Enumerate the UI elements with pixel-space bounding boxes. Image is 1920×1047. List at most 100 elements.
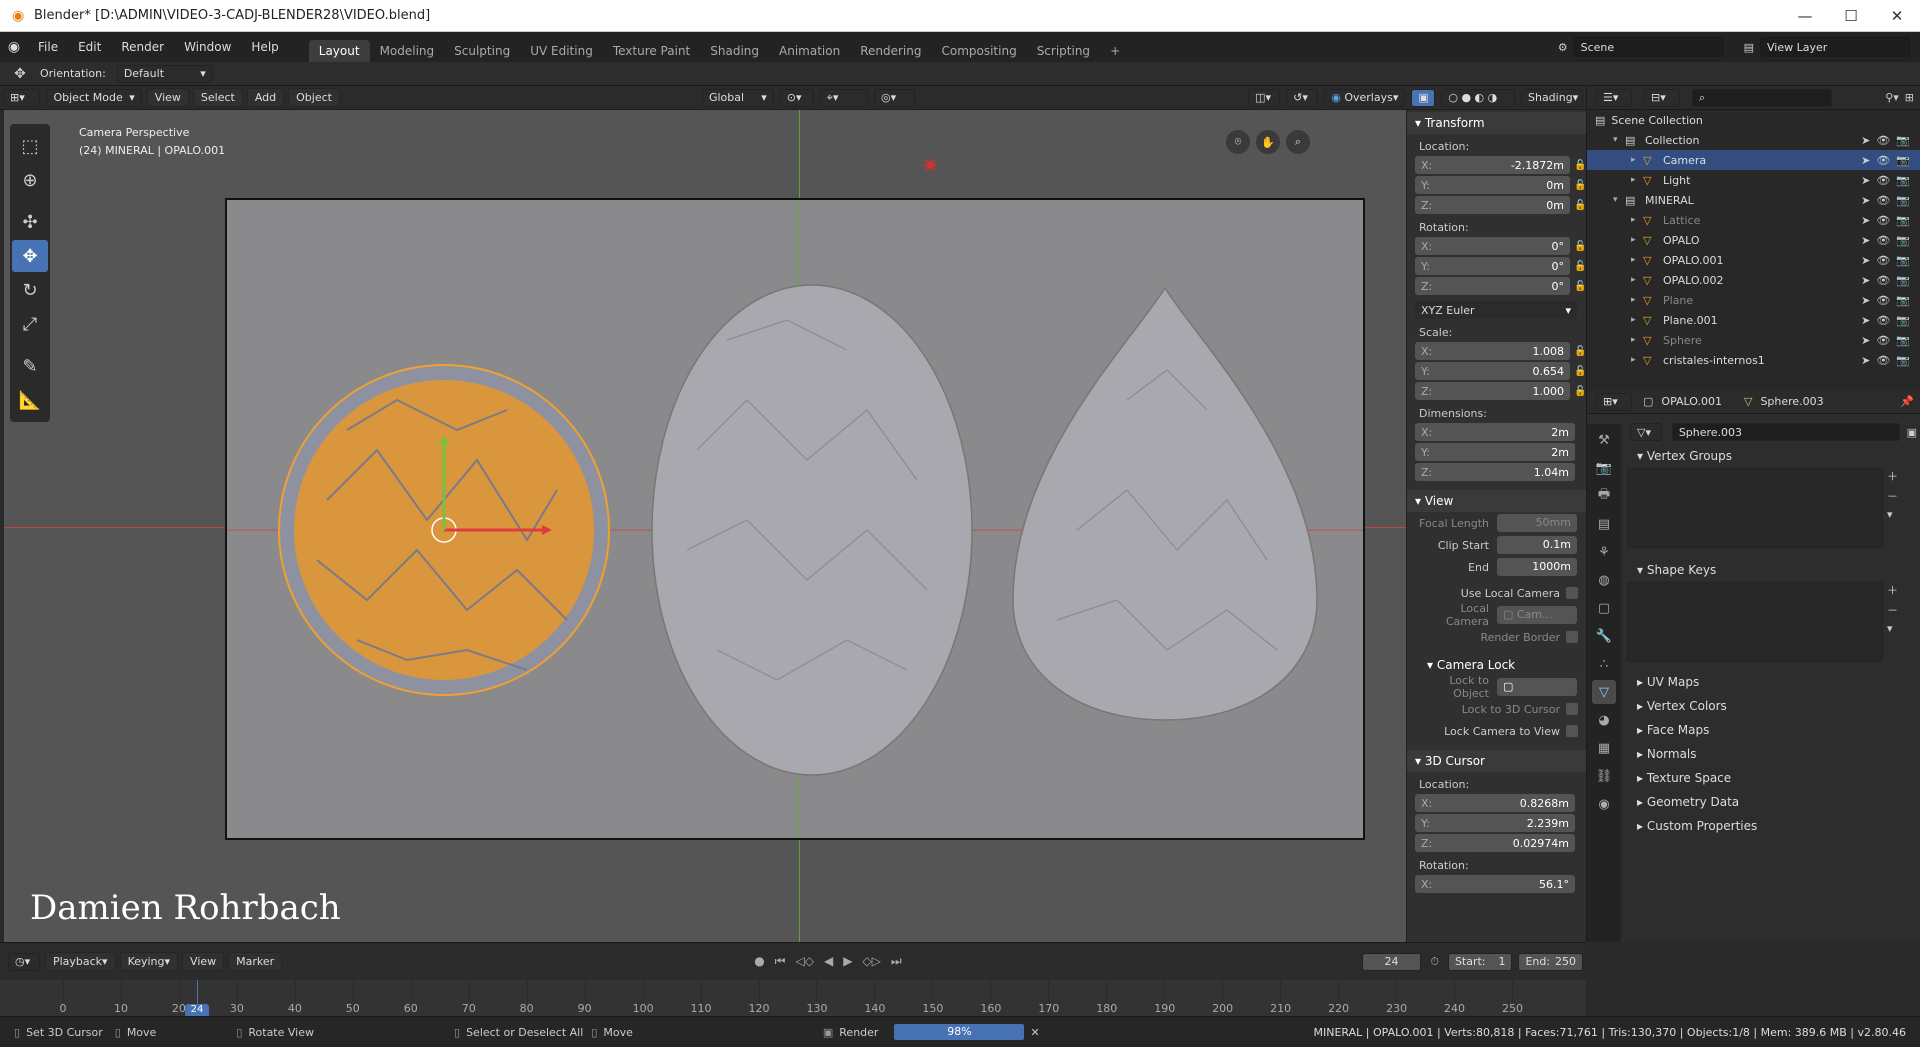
scale-y-field[interactable]: Y: 0.654 — [1415, 362, 1570, 380]
properties-editor-type[interactable]: ⊞▾ — [1596, 392, 1632, 411]
tab-texture-paint[interactable]: Texture Paint — [603, 40, 700, 62]
texture-space-section[interactable]: ▸ Texture Space — [1627, 766, 1917, 790]
menu-keying[interactable]: Keying▾ — [119, 952, 179, 971]
add-workspace-icon[interactable]: + — [1100, 40, 1130, 62]
visibility-eye-icon[interactable]: 👁 — [1876, 154, 1890, 167]
outliner-root[interactable]: ▤ Scene Collection — [1587, 110, 1920, 130]
face-maps-section[interactable]: ▸ Face Maps — [1627, 718, 1917, 742]
lock-icon[interactable]: 🔓 — [1574, 386, 1586, 397]
3d-cursor-panel-header[interactable]: ▾ 3D Cursor — [1407, 750, 1586, 772]
render-camera-icon[interactable]: 📷 — [1896, 154, 1910, 167]
selectable-icon[interactable]: ➤ — [1861, 254, 1870, 267]
texture-tab-icon[interactable]: ▦ — [1592, 736, 1616, 760]
tab-rendering[interactable]: Rendering — [850, 40, 931, 62]
selectable-icon[interactable]: ➤ — [1861, 274, 1870, 287]
tool-tab-icon[interactable]: ⚒ — [1592, 428, 1616, 452]
outliner-row-opalo-002[interactable]: ▸ ▽ OPALO.002 ➤ 👁 📷 — [1587, 270, 1920, 290]
outliner-row-cristales-internos1[interactable]: ▸ ▽ cristales-internos1 ➤ 👁 📷 — [1587, 350, 1920, 370]
fake-user-icon[interactable]: ▣ — [1907, 426, 1917, 439]
pivot-point-dropdown[interactable]: ⊙▾ — [779, 88, 814, 107]
local-camera-field[interactable]: ▢ Cam... — [1497, 606, 1577, 624]
outliner-row-light[interactable]: ▸ ▽ Light ➤ 👁 📷 — [1587, 170, 1920, 190]
cancel-render-icon[interactable]: ✕ — [1030, 1026, 1039, 1039]
lock-to-object-field[interactable]: ▢ — [1497, 678, 1577, 696]
view-object-types-dropdown[interactable]: ◫▾ — [1248, 88, 1281, 107]
expand-arrow-icon[interactable]: ▸ — [1631, 155, 1643, 165]
cursor-location-y-field[interactable]: Y: 2.239m — [1415, 814, 1575, 832]
cursor-location-x-field[interactable]: X: 0.8268m — [1415, 794, 1575, 812]
visibility-eye-icon[interactable]: 👁 — [1876, 354, 1890, 367]
scene-selector[interactable]: Scene — [1573, 37, 1724, 57]
vertex-group-menu-icon[interactable]: ▾ — [1887, 508, 1898, 521]
rotate-tool-icon[interactable]: ↻ — [12, 274, 48, 306]
shape-key-menu-icon[interactable]: ▾ — [1887, 622, 1898, 635]
view-layer-tab-icon[interactable]: ▤ — [1592, 512, 1616, 536]
next-keyframe-icon[interactable]: ◇▷ — [862, 954, 880, 969]
tab-uv-editing[interactable]: UV Editing — [520, 40, 603, 62]
render-camera-icon[interactable]: 📷 — [1896, 234, 1910, 247]
pan-hand-icon[interactable]: ✋ — [1256, 130, 1280, 154]
dimensions-y-field[interactable]: Y: 2m — [1415, 443, 1575, 461]
display-mode-dropdown[interactable]: ⊟▾ — [1644, 88, 1680, 107]
world-tab-icon[interactable]: ◍ — [1592, 568, 1616, 592]
close-icon[interactable]: ✕ — [1874, 7, 1920, 25]
shape-keys-header[interactable]: ▾ Shape Keys — [1627, 558, 1917, 582]
add-shape-key-icon[interactable]: ＋ — [1887, 582, 1898, 598]
selectable-icon[interactable]: ➤ — [1861, 234, 1870, 247]
outliner-row-sphere[interactable]: ▸ ▽ Sphere ➤ 👁 📷 — [1587, 330, 1920, 350]
play-icon[interactable]: ▶ — [843, 954, 852, 969]
end-frame-field[interactable]: End: 250 — [1518, 952, 1583, 971]
scene-tab-icon[interactable]: ⚘ — [1592, 540, 1616, 564]
render-border-checkbox[interactable] — [1566, 631, 1578, 643]
visibility-eye-icon[interactable]: 👁 — [1876, 254, 1890, 267]
opalo-object[interactable] — [651, 284, 973, 776]
menu-view[interactable]: View — [146, 88, 189, 107]
current-frame-field[interactable]: 24 — [1361, 952, 1422, 971]
visibility-eye-icon[interactable]: 👁 — [1876, 214, 1890, 227]
constraints-tab-icon[interactable]: ⛓ — [1592, 764, 1616, 788]
menu-timeline-view[interactable]: View — [182, 952, 225, 971]
mesh-name-field[interactable]: Sphere.003 — [1671, 423, 1900, 441]
prev-keyframe-icon[interactable]: ◁◇ — [795, 954, 813, 969]
rotation-z-field[interactable]: Z: 0° — [1415, 277, 1570, 295]
menu-file[interactable]: File — [28, 40, 68, 54]
new-collection-icon[interactable]: ⊞ — [1905, 91, 1914, 104]
minimize-icon[interactable]: — — [1782, 7, 1828, 25]
dimensions-x-field[interactable]: X: 2m — [1415, 423, 1575, 441]
focal-length-field[interactable]: 50mm — [1497, 514, 1577, 532]
outliner-search-input[interactable]: ⌕ — [1692, 88, 1832, 107]
menu-help[interactable]: Help — [241, 40, 288, 54]
menu-marker[interactable]: Marker — [228, 952, 283, 971]
object-tab-icon[interactable]: ▢ — [1592, 596, 1616, 620]
selectable-icon[interactable]: ➤ — [1861, 314, 1870, 327]
render-tab-icon[interactable]: 📷 — [1592, 456, 1616, 480]
tab-compositing[interactable]: Compositing — [931, 40, 1026, 62]
tab-animation[interactable]: Animation — [769, 40, 850, 62]
visibility-eye-icon[interactable]: 👁 — [1876, 194, 1890, 207]
outliner-row-opalo[interactable]: ▸ ▽ OPALO ➤ 👁 📷 — [1587, 230, 1920, 250]
start-frame-field[interactable]: Start: 1 — [1447, 952, 1513, 971]
rotation-x-field[interactable]: X: 0° — [1415, 237, 1570, 255]
expand-arrow-icon[interactable]: ▸ — [1631, 215, 1643, 225]
render-camera-icon[interactable]: 📷 — [1896, 134, 1910, 147]
expand-arrow-icon[interactable]: ▸ — [1631, 235, 1643, 245]
menu-playback[interactable]: Playback▾ — [44, 952, 116, 971]
outliner-row-opalo-001[interactable]: ▸ ▽ OPALO.001 ➤ 👁 📷 — [1587, 250, 1920, 270]
expand-arrow-icon[interactable]: ▸ — [1631, 335, 1643, 345]
tab-sculpting[interactable]: Sculpting — [444, 40, 520, 62]
shading-modes[interactable]: ○ ● ◐ ◑ — [1441, 88, 1515, 107]
render-camera-icon[interactable]: 📷 — [1896, 314, 1910, 327]
outliner-row-plane-001[interactable]: ▸ ▽ Plane.001 ➤ 👁 📷 — [1587, 310, 1920, 330]
selectable-icon[interactable]: ➤ — [1861, 174, 1870, 187]
location-z-field[interactable]: Z: 0m — [1415, 196, 1570, 214]
lock-icon[interactable]: 🔓 — [1574, 160, 1586, 171]
jump-start-icon[interactable]: ⏮ — [775, 954, 786, 969]
selectable-icon[interactable]: ➤ — [1861, 154, 1870, 167]
custom-properties-section[interactable]: ▸ Custom Properties — [1627, 814, 1917, 838]
camera-lock-header[interactable]: ▾ Camera Lock — [1407, 654, 1586, 676]
menu-object[interactable]: Object — [288, 88, 340, 107]
scene-icon[interactable]: ⚙ — [1558, 41, 1568, 54]
expand-arrow-icon[interactable]: ▸ — [1631, 255, 1643, 265]
tab-scripting[interactable]: Scripting — [1027, 40, 1100, 62]
expand-arrow-icon[interactable]: ▸ — [1631, 275, 1643, 285]
